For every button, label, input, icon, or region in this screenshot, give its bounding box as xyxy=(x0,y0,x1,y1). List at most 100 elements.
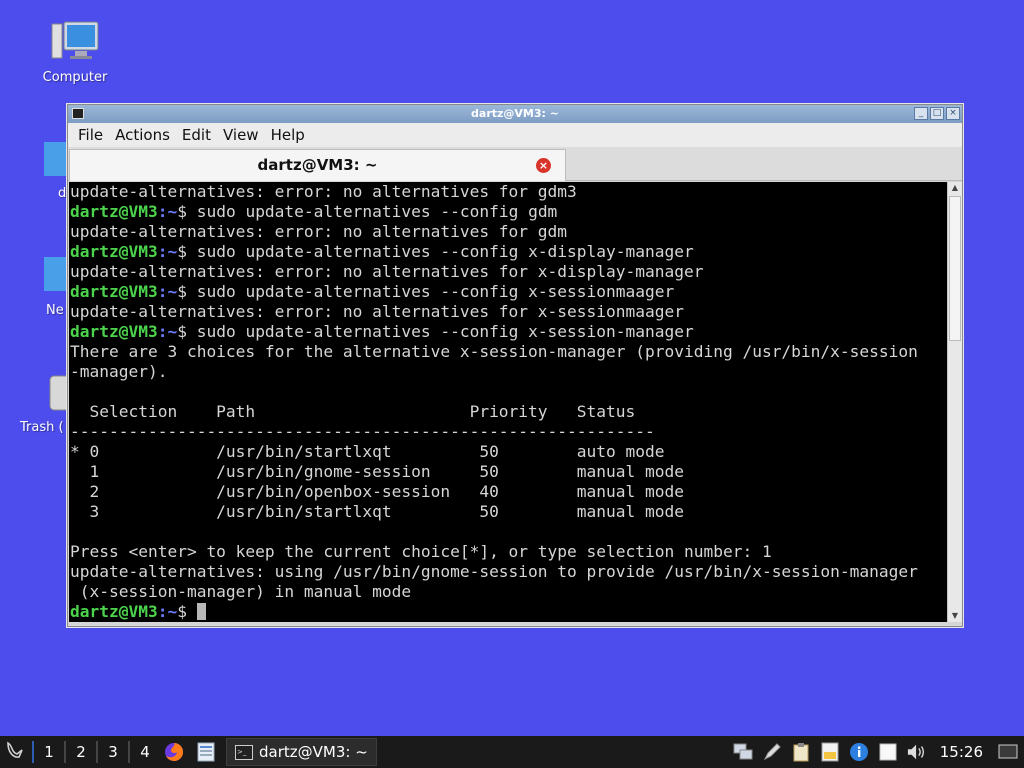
prompt-path: :~ xyxy=(157,202,178,221)
terminal-output-line: update-alternatives: error: no alternati… xyxy=(70,262,948,282)
prompt-user: dartz@VM3 xyxy=(70,242,158,261)
maximize-button[interactable]: □ xyxy=(930,107,944,120)
clipboard-icon[interactable] xyxy=(791,742,811,762)
menubar: File Actions Edit View Help xyxy=(68,123,962,147)
lxqt-logo-icon xyxy=(7,741,23,758)
firefox-icon xyxy=(165,742,184,761)
line-text: sudo update-alternatives --config gdm xyxy=(186,202,558,221)
terminal-output-line: update-alternatives: error: no alternati… xyxy=(70,222,948,242)
terminal-output-line: Press <enter> to keep the current choice… xyxy=(70,542,948,562)
pen-icon[interactable] xyxy=(762,742,782,762)
line-text: ----------------------------------------… xyxy=(70,422,655,441)
terminal-output-line: -manager). xyxy=(70,362,948,382)
close-button[interactable]: × xyxy=(946,107,960,120)
terminal-output-line: update-alternatives: error: no alternati… xyxy=(70,182,948,202)
network-icon[interactable] xyxy=(733,742,753,762)
prompt-path: :~ xyxy=(157,322,178,341)
line-text: There are 3 choices for the alternative … xyxy=(70,342,918,361)
terminal-prompt-line: dartz@VM3:~$ xyxy=(70,602,948,622)
prompt-path: :~ xyxy=(157,282,178,301)
prompt-symbol: $ xyxy=(177,602,187,621)
desktop-icon-label: Ne xyxy=(46,303,64,318)
tab-close-icon[interactable]: × xyxy=(536,158,551,173)
desktop-switch-4[interactable]: 4 xyxy=(132,743,158,761)
terminal-output-line: 3 /usr/bin/startlxqt 50 manual mode xyxy=(70,502,948,522)
tab-bar: dartz@VM3: ~ × xyxy=(68,147,962,181)
taskbar-separator xyxy=(96,741,98,763)
menu-view[interactable]: View xyxy=(217,126,265,144)
desktop-icon-label: Trash ( xyxy=(20,420,64,435)
line-text: sudo update-alternatives --config x-sess… xyxy=(186,322,694,341)
terminal-window: dartz@VM3: ~ _ □ × File Actions Edit Vie… xyxy=(67,104,963,627)
desktop-icon-computer[interactable]: Computer xyxy=(30,20,120,85)
terminal-output-line: update-alternatives: error: no alternati… xyxy=(70,302,948,322)
terminal-output[interactable]: update-alternatives: error: no alternati… xyxy=(69,182,948,622)
desktop-icon-home[interactable]: d xyxy=(12,140,90,201)
line-text: * 0 /usr/bin/startlxqt 50 auto mode xyxy=(70,442,665,461)
scroll-down-icon[interactable]: ▼ xyxy=(948,610,962,622)
firefox-launcher[interactable] xyxy=(161,739,187,765)
taskbar-separator xyxy=(64,741,66,763)
terminal-output-line: update-alternatives: using /usr/bin/gnom… xyxy=(70,562,948,582)
menu-help[interactable]: Help xyxy=(265,126,311,144)
text-cursor xyxy=(196,603,206,620)
terminal-prompt-line: dartz@VM3:~$ sudo update-alternatives --… xyxy=(70,322,948,342)
prompt-user: dartz@VM3 xyxy=(70,322,158,341)
desktop-switch-3[interactable]: 3 xyxy=(100,743,126,761)
update-icon[interactable] xyxy=(820,742,840,762)
clock[interactable]: 15:26 xyxy=(940,743,983,761)
line-text xyxy=(187,602,197,621)
prompt-path: :~ xyxy=(157,602,178,621)
file-manager-icon xyxy=(197,742,215,762)
terminal-prompt-line: dartz@VM3:~$ sudo update-alternatives --… xyxy=(70,202,948,222)
terminal-prompt-line: dartz@VM3:~$ sudo update-alternatives --… xyxy=(70,282,948,302)
file-manager-launcher[interactable] xyxy=(193,739,219,765)
window-title: dartz@VM3: ~ xyxy=(471,107,559,120)
menu-actions[interactable]: Actions xyxy=(109,126,176,144)
line-text: 1 /usr/bin/gnome-session 50 manual mode xyxy=(70,462,684,481)
terminal-output-line: 2 /usr/bin/openbox-session 40 manual mod… xyxy=(70,482,948,502)
desktop-switch-2[interactable]: 2 xyxy=(68,743,94,761)
taskbar-separator xyxy=(128,741,130,763)
terminal-output-line: (x-session-manager) in manual mode xyxy=(70,582,948,602)
scroll-up-icon[interactable]: ▲ xyxy=(948,182,962,194)
prompt-symbol: $ xyxy=(177,242,187,261)
line-text: sudo update-alternatives --config x-disp… xyxy=(186,242,694,261)
window-titlebar[interactable]: dartz@VM3: ~ _ □ × xyxy=(68,105,962,123)
scroll-thumb[interactable] xyxy=(949,196,961,341)
prompt-path: :~ xyxy=(157,242,178,261)
terminal-output-line: There are 3 choices for the alternative … xyxy=(70,342,948,362)
terminal-output-line: 1 /usr/bin/gnome-session 50 manual mode xyxy=(70,462,948,482)
tab-title: dartz@VM3: ~ xyxy=(257,156,378,174)
scrollbar[interactable]: ▲ ▼ xyxy=(947,182,962,622)
menu-file[interactable]: File xyxy=(72,126,109,144)
prompt-symbol: $ xyxy=(177,202,187,221)
desktop-icon-trash[interactable]: Trash ( xyxy=(12,372,91,435)
start-menu-icon[interactable] xyxy=(0,740,30,765)
line-text: (x-session-manager) in manual mode xyxy=(70,582,412,601)
volume-icon[interactable] xyxy=(907,742,927,762)
prompt-symbol: $ xyxy=(177,322,187,341)
tab-terminal[interactable]: dartz@VM3: ~ × xyxy=(69,149,566,181)
line-text: update-alternatives: error: no alternati… xyxy=(70,302,684,321)
prompt-user: dartz@VM3 xyxy=(70,602,158,621)
line-text: 2 /usr/bin/openbox-session 40 manual mod… xyxy=(70,482,684,501)
terminal-icon: >_ xyxy=(235,744,253,760)
line-text: Selection Path Priority Status xyxy=(70,402,636,421)
desktop-icon-label: Computer xyxy=(42,70,108,85)
taskbar: 1 2 3 4 >_ dartz@VM3: ~ 15:26 xyxy=(0,736,1024,768)
computer-icon xyxy=(51,21,99,59)
desktop-icon-label: d xyxy=(58,186,67,201)
notes-icon[interactable] xyxy=(878,742,898,762)
show-desktop-icon[interactable] xyxy=(998,742,1018,762)
system-tray: 15:26 xyxy=(733,742,1024,762)
desktop-icon-network[interactable]: Ne xyxy=(12,255,90,318)
desktop-switch-1[interactable]: 1 xyxy=(36,743,62,761)
menu-edit[interactable]: Edit xyxy=(176,126,217,144)
task-button-terminal[interactable]: >_ dartz@VM3: ~ xyxy=(226,738,377,766)
info-icon[interactable] xyxy=(849,742,869,762)
terminal-prompt-line: dartz@VM3:~$ sudo update-alternatives --… xyxy=(70,242,948,262)
minimize-button[interactable]: _ xyxy=(914,107,928,120)
